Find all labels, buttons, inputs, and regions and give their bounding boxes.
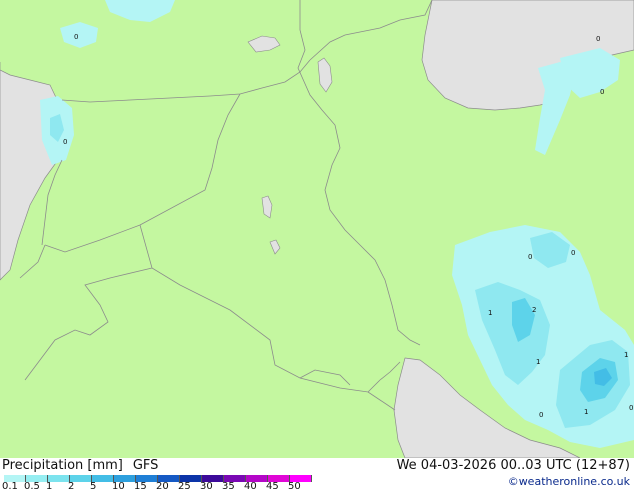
scale-tick-label: 25 [178, 481, 191, 492]
scale-tick-label: 15 [134, 481, 147, 492]
credit-link[interactable]: ©weatheronline.co.uk [508, 475, 630, 488]
value-label: 0 [539, 411, 543, 419]
scale-tick-label: 0.1 [2, 481, 18, 492]
value-label: 0 [596, 35, 600, 43]
scale-tick-label: 40 [244, 481, 257, 492]
scale-tick-label: 10 [112, 481, 125, 492]
scale-tick-label: 30 [200, 481, 213, 492]
scale-tick-label: 45 [266, 481, 279, 492]
precipitation-map: 0 0 0 0 0 0 1 2 1 1 1 0 0 [0, 0, 634, 458]
value-label: 2 [532, 306, 536, 314]
value-label: 0 [629, 404, 633, 412]
value-label: 1 [536, 358, 540, 366]
valid-time: We 04-03-2026 00..03 UTC (12+87) [396, 458, 630, 473]
legend-model: GFS [132, 458, 159, 473]
scale-tick-label: 1 [46, 481, 53, 492]
value-label: 0 [600, 88, 604, 96]
value-label: 1 [488, 309, 492, 317]
value-label: 0 [63, 138, 67, 146]
legend-parameter: Precipitation [mm] [2, 458, 123, 473]
value-label: 1 [584, 408, 588, 416]
scale-tick-label: 5 [90, 481, 97, 492]
scale-tick-label: 20 [156, 481, 169, 492]
scale-tick-label: 50 [288, 481, 301, 492]
weather-map-page: 0 0 0 0 0 0 1 2 1 1 1 0 0 Precipitation … [0, 0, 634, 492]
scale-tick-label: 0.5 [24, 481, 40, 492]
value-label: 0 [74, 33, 78, 41]
value-label: 1 [624, 351, 628, 359]
legend-title: Precipitation [mm] GFS [2, 458, 158, 473]
value-label: 0 [528, 253, 532, 261]
scale-tick-label: 35 [222, 481, 235, 492]
scale-tick-label: 2 [68, 481, 75, 492]
value-label: 0 [571, 249, 575, 257]
